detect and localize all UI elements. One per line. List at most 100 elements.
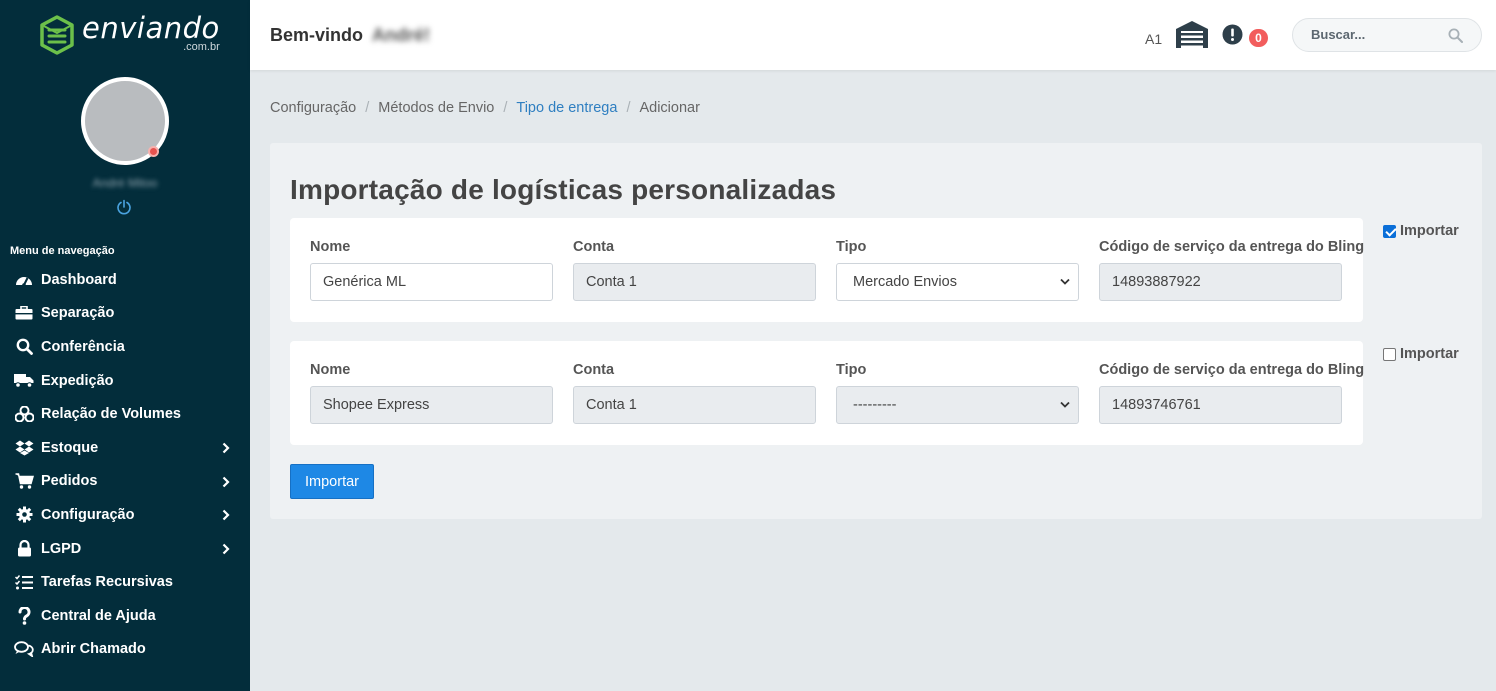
codigo-label: Código de serviço da entrega do Bling bbox=[1099, 362, 1365, 378]
search-box bbox=[1292, 18, 1482, 52]
search-input[interactable] bbox=[1311, 27, 1441, 42]
sidebar: enviando .com.br André Mitoo Menu de nav… bbox=[0, 0, 250, 691]
logistics-row: Nome Genérica ML Conta Conta 1 Tipo Merc… bbox=[290, 218, 1365, 322]
codigo-label: Código de serviço da entrega do Bling bbox=[1099, 239, 1365, 255]
sidebar-item-conferencia[interactable]: Conferência bbox=[0, 330, 250, 364]
top-header: Bem-vindo André! A1 0 bbox=[250, 0, 1496, 70]
nome-label: Nome bbox=[310, 239, 351, 255]
alert-icon[interactable] bbox=[1222, 24, 1243, 45]
avatar[interactable] bbox=[81, 77, 169, 165]
codigo-input: 14893887922 bbox=[1099, 263, 1342, 301]
toolbox-icon bbox=[14, 304, 34, 322]
breadcrumb-separator: / bbox=[365, 100, 370, 116]
sidebar-item-abrir-chamado[interactable]: Abrir Chamado bbox=[0, 633, 250, 667]
warehouse-code[interactable]: A1 bbox=[1145, 31, 1162, 47]
checkbox-checked[interactable] bbox=[1383, 224, 1396, 238]
sidebar-item-label: Expedição bbox=[41, 372, 114, 389]
sidebar-item-label: Pedidos bbox=[41, 473, 98, 490]
question-icon bbox=[14, 606, 34, 625]
welcome-text: Bem-vindo bbox=[270, 25, 364, 45]
conta-input: Conta 1 bbox=[573, 263, 816, 301]
sidebar-item-relacao-volumes[interactable]: Relação de Volumes bbox=[0, 397, 250, 431]
importar-checkbox-row-1[interactable]: Importar bbox=[1383, 223, 1459, 239]
tipo-selected-value: --------- bbox=[853, 397, 897, 413]
import-card: Importação de logísticas personalizadas … bbox=[270, 143, 1482, 519]
sidebar-item-label: Configuração bbox=[41, 506, 135, 523]
breadcrumb-item-metodos-envio[interactable]: Métodos de Envio bbox=[378, 100, 494, 116]
user-name: André Mitoo bbox=[92, 176, 158, 190]
sidebar-item-label: Tarefas Recursivas bbox=[41, 574, 173, 591]
tipo-selected-value: Mercado Envios bbox=[853, 274, 957, 290]
codigo-input: 14893746761 bbox=[1099, 386, 1342, 424]
tachometer-icon bbox=[14, 271, 34, 289]
notification-badge[interactable]: 0 bbox=[1249, 29, 1268, 47]
nome-input: Shopee Express bbox=[310, 386, 553, 424]
importar-button[interactable]: Importar bbox=[290, 464, 374, 499]
gear-icon bbox=[14, 506, 34, 524]
sidebar-item-lgpd[interactable]: LGPD bbox=[0, 532, 250, 566]
checkbox-unchecked[interactable] bbox=[1383, 347, 1396, 361]
chevron-right-icon bbox=[222, 543, 230, 555]
cubes-icon bbox=[14, 405, 34, 423]
nav-menu: Dashboard Separação Conferência Expediçã… bbox=[0, 263, 250, 666]
conta-input: Conta 1 bbox=[573, 386, 816, 424]
breadcrumb-item-tipo-entrega[interactable]: Tipo de entrega bbox=[516, 100, 617, 116]
logo-word: enviando bbox=[82, 11, 220, 45]
sidebar-item-pedidos[interactable]: Pedidos bbox=[0, 465, 250, 499]
breadcrumb: Configuração / Métodos de Envio / Tipo d… bbox=[270, 100, 700, 116]
nome-input[interactable]: Genérica ML bbox=[310, 263, 553, 301]
importar-label: Importar bbox=[1400, 346, 1459, 362]
sidebar-item-central-ajuda[interactable]: Central de Ajuda bbox=[0, 599, 250, 633]
sidebar-item-label: Estoque bbox=[41, 439, 99, 456]
menu-title: Menu de navegação bbox=[10, 245, 115, 257]
sidebar-item-tarefas-recursivas[interactable]: Tarefas Recursivas bbox=[0, 565, 250, 599]
logo[interactable]: enviando .com.br bbox=[38, 14, 220, 58]
sidebar-item-expedicao[interactable]: Expedição bbox=[0, 364, 250, 398]
sidebar-item-label: Relação de Volumes bbox=[41, 406, 181, 423]
sidebar-item-label: Dashboard bbox=[41, 271, 117, 288]
dropbox-icon bbox=[14, 439, 34, 457]
chevron-down-icon bbox=[1060, 401, 1070, 408]
sidebar-item-configuracao[interactable]: Configuração bbox=[0, 498, 250, 532]
conta-label: Conta bbox=[573, 239, 615, 255]
logistics-row: Nome Shopee Express Conta Conta 1 Tipo -… bbox=[290, 341, 1365, 445]
warehouse-icon[interactable] bbox=[1175, 20, 1209, 48]
sidebar-item-estoque[interactable]: Estoque bbox=[0, 431, 250, 465]
tipo-label: Tipo bbox=[836, 362, 867, 378]
breadcrumb-item-configuracao[interactable]: Configuração bbox=[270, 100, 356, 116]
sidebar-item-label: Separação bbox=[41, 305, 115, 322]
importar-label: Importar bbox=[1400, 223, 1459, 239]
page-title: Importação de logísticas personalizadas bbox=[290, 174, 837, 205]
importar-checkbox-row-2[interactable]: Importar bbox=[1383, 346, 1459, 362]
breadcrumb-separator: / bbox=[503, 100, 508, 116]
chevron-right-icon bbox=[222, 442, 230, 454]
power-icon[interactable] bbox=[116, 199, 132, 215]
chevron-right-icon bbox=[222, 476, 230, 487]
search-icon bbox=[14, 338, 34, 356]
tasks-icon bbox=[14, 573, 34, 591]
tipo-select[interactable]: Mercado Envios bbox=[836, 263, 1079, 301]
lock-icon bbox=[14, 540, 34, 558]
cart-icon bbox=[14, 472, 34, 490]
chevron-right-icon bbox=[222, 509, 230, 521]
status-dot bbox=[148, 146, 159, 157]
search-icon[interactable] bbox=[1448, 28, 1463, 43]
nome-label: Nome bbox=[310, 362, 351, 378]
chevron-down-icon bbox=[1060, 278, 1070, 285]
sidebar-item-dashboard[interactable]: Dashboard bbox=[0, 263, 250, 297]
truck-icon bbox=[14, 372, 34, 390]
welcome-message: Bem-vindo André! bbox=[270, 25, 430, 46]
tipo-select[interactable]: --------- bbox=[836, 386, 1079, 424]
box-logo-icon bbox=[40, 15, 74, 55]
sidebar-item-label: LGPD bbox=[41, 540, 82, 557]
conta-label: Conta bbox=[573, 362, 615, 378]
sidebar-item-separacao[interactable]: Separação bbox=[0, 297, 250, 331]
chat-icon bbox=[14, 640, 34, 658]
breadcrumb-item-adicionar: Adicionar bbox=[639, 100, 700, 116]
tipo-label: Tipo bbox=[836, 239, 867, 255]
sidebar-item-label: Central de Ajuda bbox=[41, 607, 156, 624]
sidebar-item-label: Conferência bbox=[41, 338, 125, 355]
breadcrumb-separator: / bbox=[626, 100, 631, 116]
welcome-user-name: André! bbox=[372, 25, 431, 45]
sidebar-item-label: Abrir Chamado bbox=[41, 641, 146, 658]
